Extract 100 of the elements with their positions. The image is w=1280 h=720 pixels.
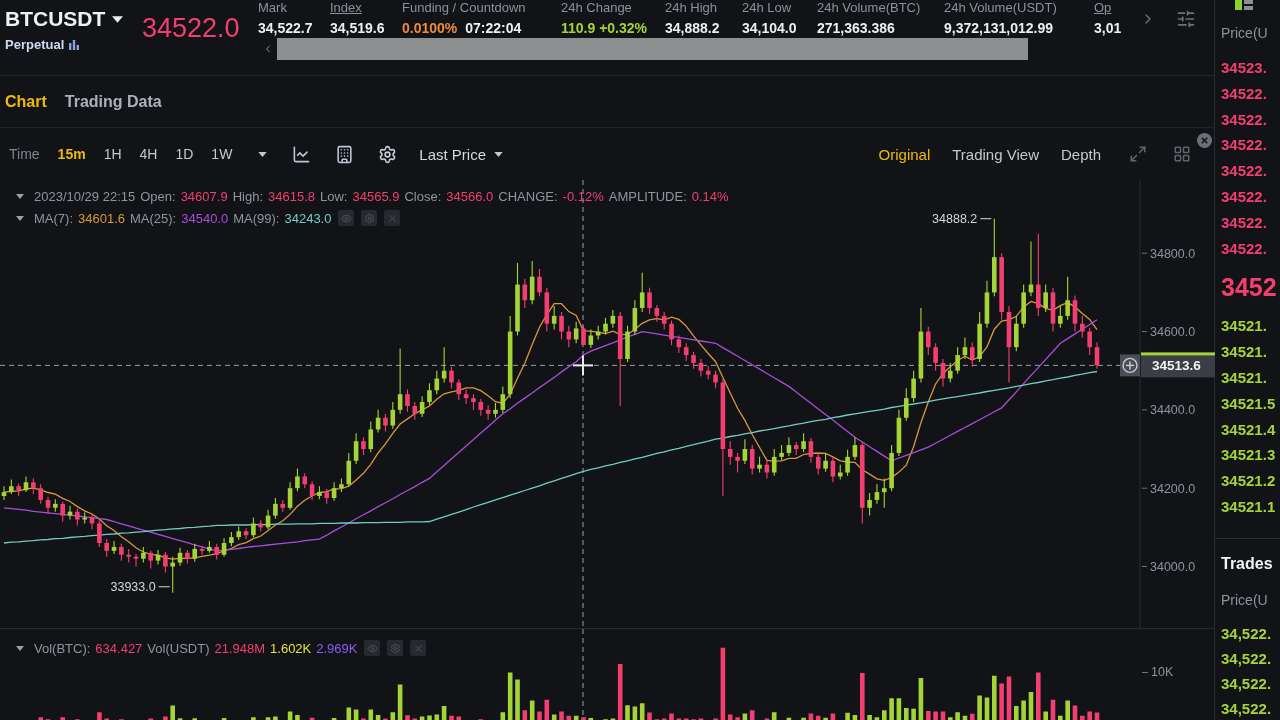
candle <box>273 497 278 520</box>
candle <box>984 280 990 329</box>
caret-icon[interactable] <box>16 645 24 651</box>
bid-price[interactable]: 34521. <box>1221 313 1267 340</box>
candle <box>1094 341 1100 370</box>
grid-icon <box>1173 145 1191 163</box>
close-button[interactable] <box>384 210 401 226</box>
ask-price[interactable]: 34522. <box>1221 80 1267 107</box>
column-header: Price(U <box>1221 590 1268 610</box>
trade-price: 34,522. <box>1221 698 1272 719</box>
bid-price[interactable]: 34521.3 <box>1221 442 1276 469</box>
candle <box>779 444 784 461</box>
candle <box>471 393 476 411</box>
bid-price[interactable]: 34521.1 <box>1221 493 1276 520</box>
plus-circle-icon[interactable] <box>1120 354 1140 377</box>
bid-price[interactable]: 34521.5 <box>1221 390 1276 417</box>
legend-label: Vol(BTC): <box>34 640 91 656</box>
close-button[interactable] <box>410 640 427 656</box>
visibility-button[interactable] <box>364 640 381 656</box>
close-icon[interactable] <box>1197 133 1212 148</box>
candle <box>1080 315 1085 338</box>
candle <box>1028 240 1034 297</box>
building-button[interactable] <box>335 144 355 164</box>
chart-mode-tab[interactable]: Depth <box>1060 145 1101 163</box>
fullscreen-button[interactable] <box>1129 145 1147 163</box>
more-intervals-button[interactable] <box>258 151 268 157</box>
candle <box>999 252 1004 321</box>
candle <box>1050 287 1056 333</box>
eye-icon <box>366 642 378 654</box>
stat-value: 34,519.6 <box>330 19 385 37</box>
axis-tick-label: 34000.0 <box>1150 560 1196 574</box>
legend-value: 34540.0 <box>181 210 229 226</box>
stat-value: 0.0100% <box>402 19 458 37</box>
ask-price[interactable]: 34522. <box>1221 106 1267 133</box>
close-icon <box>412 642 424 654</box>
stat-value: 110.9 +0.32% <box>561 19 648 37</box>
view-tab[interactable]: Chart <box>5 92 47 111</box>
candle <box>405 388 410 413</box>
candle <box>735 452 740 474</box>
candle <box>904 387 909 422</box>
candle <box>89 513 95 530</box>
expand-icon <box>1129 145 1147 163</box>
annotation: 33933.0 <box>110 579 156 594</box>
settings-button[interactable] <box>378 144 398 164</box>
crosshair-cursor-icon <box>572 354 594 377</box>
ask-price[interactable]: 34523. <box>1221 55 1267 81</box>
axis-tick-label: 10K <box>1151 664 1174 680</box>
candle <box>926 326 931 356</box>
candle <box>53 498 58 513</box>
legend-label: Close: <box>404 188 442 204</box>
candle-timestamp: 2023/10/29 22:15 <box>34 188 136 204</box>
stat-label: Funding / Countdown <box>402 0 526 14</box>
column-header: Price(U <box>1221 24 1268 43</box>
ask-price[interactable]: 34522. <box>1221 184 1267 210</box>
indicators-button[interactable] <box>292 144 312 164</box>
interval-tab[interactable]: 4H <box>139 146 158 162</box>
chart-mode-tab[interactable]: Trading View <box>952 145 1039 163</box>
view-tab[interactable]: Trading Data <box>64 92 162 111</box>
candle <box>867 492 872 517</box>
legend-label: AMPLITUDE: <box>608 188 687 204</box>
price-type-dropdown[interactable]: Last Price <box>419 145 504 163</box>
interval-tab[interactable]: 15m <box>57 146 86 162</box>
interval-tab[interactable]: 1H <box>103 146 122 162</box>
candle <box>45 496 51 515</box>
ask-price[interactable]: 34522. <box>1221 158 1267 184</box>
stat-label: Op <box>1094 0 1112 14</box>
contract-type: Perpetual <box>5 37 65 53</box>
legend-value: 21.948M <box>214 640 266 656</box>
layout-icon[interactable] <box>1235 0 1253 10</box>
horizontal-scrollbar[interactable] <box>277 38 1028 60</box>
ask-price[interactable]: 34522. <box>1221 235 1267 262</box>
candle <box>111 540 117 555</box>
caret-icon[interactable] <box>16 215 24 221</box>
bid-price[interactable]: 34521.2 <box>1221 468 1276 494</box>
interval-tab[interactable]: 1D <box>175 146 194 162</box>
candle <box>845 449 850 477</box>
legend-value: 634.427 <box>95 640 143 656</box>
ask-price[interactable]: 34522. <box>1221 132 1267 159</box>
symbol-dropdown[interactable]: BTCUSDT <box>5 7 124 31</box>
candle <box>823 452 828 473</box>
bid-price[interactable]: 34521.4 <box>1221 416 1276 443</box>
caret-icon <box>258 151 268 157</box>
caret-icon[interactable] <box>16 193 24 199</box>
candle <box>339 477 344 493</box>
trade-price: 34,522. <box>1221 623 1272 644</box>
interval-tab[interactable]: 1W <box>211 146 233 162</box>
visibility-button[interactable] <box>338 210 355 226</box>
bid-price[interactable]: 34521. <box>1221 339 1267 365</box>
candle <box>889 444 894 492</box>
legend-value: 1.602K <box>270 640 312 656</box>
building-icon <box>335 144 355 164</box>
bid-price[interactable]: 34521. <box>1221 364 1267 391</box>
ask-price[interactable]: 34522. <box>1221 209 1267 236</box>
legend-value: -0.12% <box>562 188 604 204</box>
stat-value: 3,01 <box>1094 19 1122 37</box>
chart-mode-tab[interactable]: Original <box>878 145 931 163</box>
legend-value: 34607.9 <box>180 188 228 204</box>
layout-button[interactable] <box>1173 145 1191 163</box>
candle <box>1 485 7 501</box>
stat-value: 34,104.0 <box>742 19 797 37</box>
